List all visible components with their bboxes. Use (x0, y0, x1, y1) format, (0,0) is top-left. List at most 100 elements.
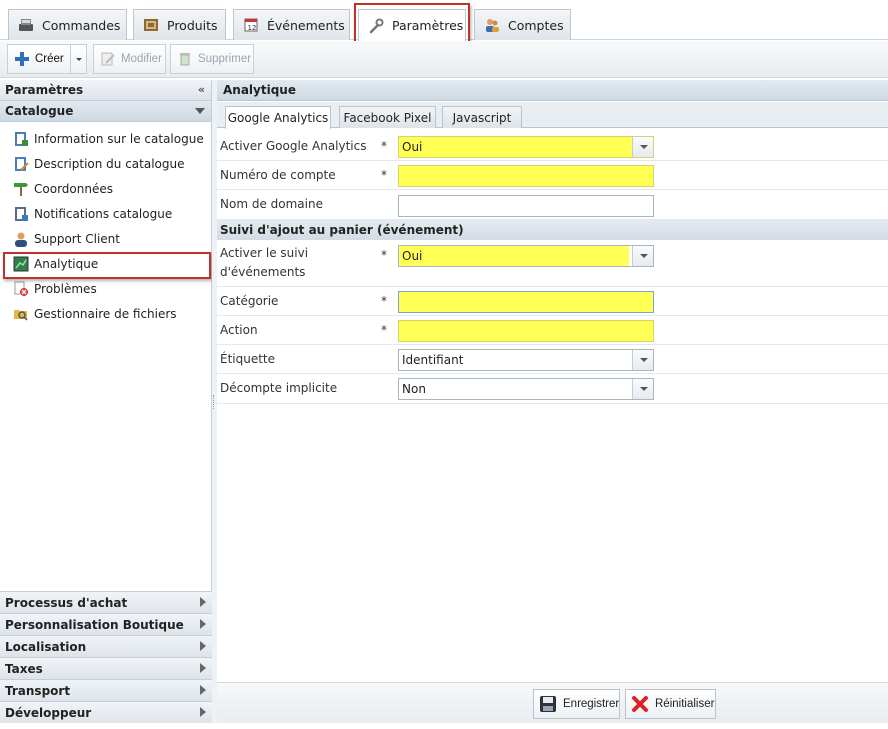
save-label: Enregistrer (563, 698, 620, 710)
form-row: Activer le suivi d'événements * Oui (217, 240, 888, 287)
accordion-label: Taxes (5, 661, 43, 676)
analytics-panel: Analytique Google Analytics Facebook Pix… (217, 80, 888, 723)
required-marker: * (381, 248, 387, 262)
create-label: Créer (35, 53, 64, 65)
chevron-down-icon[interactable] (632, 246, 653, 266)
etiquette-select[interactable]: Identifiant (398, 349, 654, 371)
field-label: Numéro de compte (220, 168, 336, 182)
select-value: Identifiant (402, 353, 464, 367)
activer-google-analytics-select[interactable]: Oui (398, 136, 654, 158)
reset-button[interactable]: Réinitialiser (625, 689, 716, 719)
accordion-developpeur[interactable]: Développeur (0, 701, 212, 723)
chevron-right-icon (200, 597, 206, 607)
accordion-localisation[interactable]: Localisation (0, 635, 212, 657)
action-input[interactable] (398, 320, 654, 342)
catalogue-section-header[interactable]: Catalogue (0, 101, 211, 122)
accordion-taxes[interactable]: Taxes (0, 657, 212, 679)
edit-button[interactable]: Modifier (93, 44, 166, 74)
field-label: Action (220, 323, 258, 337)
chevron-right-icon (200, 619, 206, 629)
field-label: Décompte implicite (220, 381, 338, 395)
numero-compte-input[interactable] (398, 165, 654, 187)
sidebar-item-label: Support Client (34, 231, 120, 246)
required-marker: * (381, 294, 387, 308)
tab-label: Produits (167, 17, 218, 33)
field-label: Nom de domaine (220, 197, 323, 211)
users-icon (484, 17, 500, 33)
tab-javascript[interactable]: Javascript (442, 106, 522, 128)
sidebar-item-coordonnees[interactable]: Coordonnées (0, 176, 211, 201)
form-row: Décompte implicite Non (217, 374, 888, 404)
select-value: Oui (402, 249, 423, 263)
sidebar-item-label: Coordonnées (34, 181, 113, 196)
sidebar-item-description[interactable]: Description du catalogue (0, 151, 211, 176)
sidebar-item-information[interactable]: Information sur le catalogue (0, 126, 211, 151)
nom-domaine-input[interactable] (398, 195, 654, 217)
tab-label: Facebook Pixel (343, 110, 432, 125)
tab-evenements[interactable]: 12 Événements (233, 9, 350, 40)
floppy-disk-icon (539, 695, 557, 713)
required-marker: * (381, 323, 387, 337)
create-button[interactable]: Créer (7, 44, 87, 74)
tab-label: Commandes (42, 17, 121, 33)
annotation-highlight-sidebar (3, 252, 211, 279)
settings-sidebar: Paramètres « Catalogue Information sur l… (0, 80, 212, 723)
box-icon (143, 17, 159, 33)
select-value: Non (402, 382, 426, 396)
sidebar-header-title: Paramètres (5, 83, 84, 97)
chevron-down-icon[interactable] (632, 350, 653, 370)
sidebar-item-fichiers[interactable]: Gestionnaire de fichiers (0, 301, 211, 326)
form-row: Étiquette Identifiant (217, 345, 888, 374)
chevron-down-icon[interactable] (632, 379, 653, 399)
chevron-right-icon (200, 641, 206, 651)
section-title: Suivi d'ajout au panier (événement) (220, 223, 464, 237)
triangle-down-icon (195, 108, 205, 114)
sidebar-item-problemes[interactable]: Problèmes (0, 276, 211, 301)
panel-title-bar: Analytique (217, 80, 888, 101)
activer-suivi-select[interactable]: Oui (398, 245, 654, 267)
form-row: Catégorie * (217, 287, 888, 316)
tab-facebook-pixel[interactable]: Facebook Pixel (339, 106, 436, 128)
user-support-icon (13, 231, 29, 247)
decompte-implicite-select[interactable]: Non (398, 378, 654, 400)
accordion-label: Développeur (5, 705, 92, 720)
chevron-down-icon[interactable] (632, 137, 653, 157)
accordion-label: Localisation (5, 639, 87, 654)
analytics-tab-bar: Google Analytics Facebook Pixel Javascri… (217, 102, 888, 129)
description-icon (13, 156, 29, 172)
chevron-down-icon[interactable] (76, 58, 82, 61)
edit-label: Modifier (121, 53, 162, 65)
delete-button[interactable]: Supprimer (170, 44, 254, 74)
splitter-grip-icon (213, 395, 215, 409)
tab-google-analytics[interactable]: Google Analytics (225, 106, 331, 129)
chevron-right-icon (200, 685, 206, 695)
tab-label: Javascript (452, 110, 512, 125)
categorie-input[interactable] (398, 291, 654, 313)
field-label: Étiquette (220, 352, 276, 366)
collapse-icon[interactable]: « (198, 83, 205, 96)
select-value: Oui (402, 140, 423, 154)
form-action-bar: Enregistrer Réinitialiser (217, 682, 888, 723)
tab-comptes[interactable]: Comptes (474, 9, 571, 40)
panel-title: Analytique (223, 83, 296, 97)
accordion-transport[interactable]: Transport (0, 679, 212, 701)
accordion-processus-achat[interactable]: Processus d'achat (0, 591, 212, 613)
app-window: Commandes Produits 12 Événements Paramèt… (0, 0, 888, 729)
accordion-personnalisation[interactable]: Personnalisation Boutique (0, 613, 212, 635)
tab-label: Google Analytics (227, 111, 329, 125)
save-button[interactable]: Enregistrer (533, 689, 620, 719)
tab-label: Comptes (508, 17, 564, 33)
notification-icon (13, 206, 29, 222)
tab-produits[interactable]: Produits (133, 9, 226, 40)
toolbar: Créer Modifier Supprimer (0, 41, 888, 78)
chevron-right-icon (200, 663, 206, 673)
info-book-icon (13, 131, 29, 147)
tab-commandes[interactable]: Commandes (8, 9, 127, 40)
sidebar-item-label: Information sur le catalogue (34, 131, 204, 146)
required-marker: * (381, 139, 387, 153)
sidebar-item-support[interactable]: Support Client (0, 226, 211, 251)
sidebar-item-notifications[interactable]: Notifications catalogue (0, 201, 211, 226)
signpost-icon (13, 181, 29, 197)
svg-text:12: 12 (248, 24, 257, 32)
delete-label: Supprimer (198, 53, 252, 65)
